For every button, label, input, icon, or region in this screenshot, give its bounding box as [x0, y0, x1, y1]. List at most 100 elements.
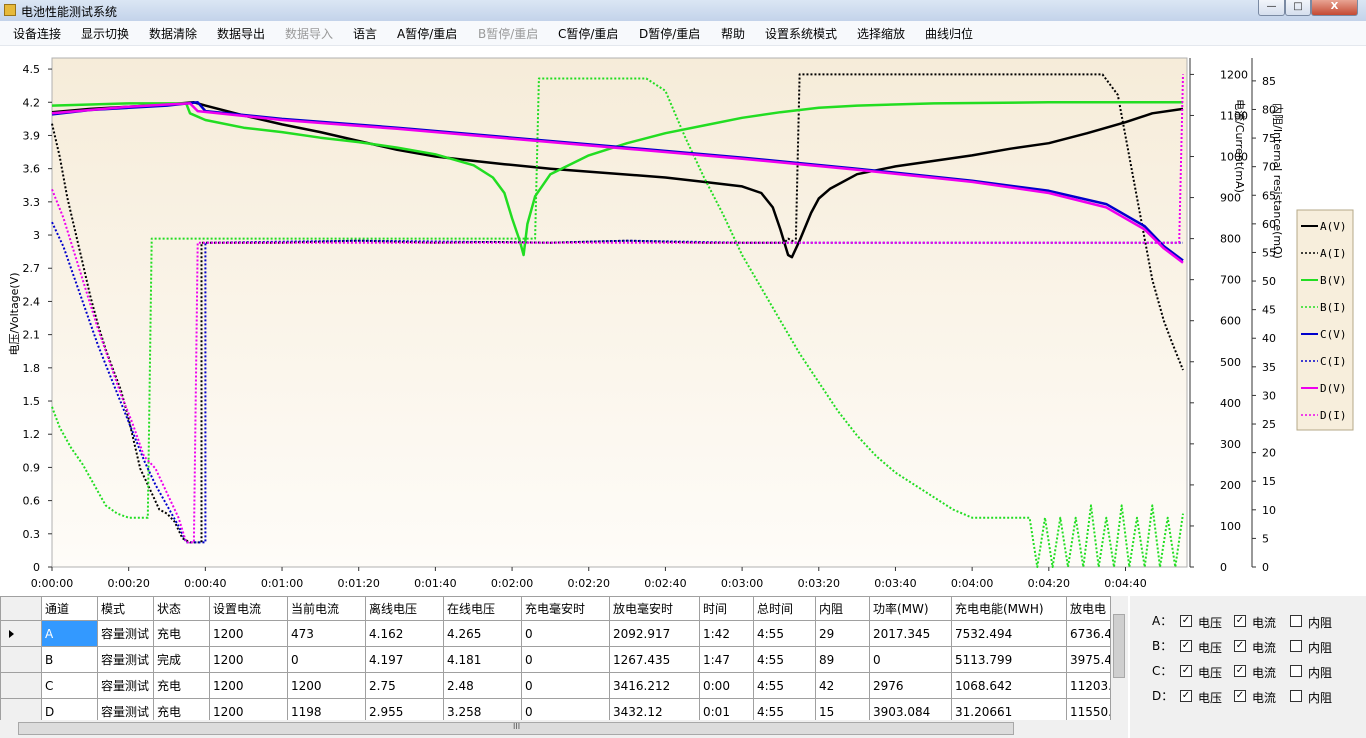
table-cell[interactable]: 2976 — [869, 672, 952, 699]
menu-item-zoom-select[interactable]: 选择缩放 — [857, 25, 905, 42]
table-cell[interactable]: B — [41, 646, 98, 673]
table-cell[interactable]: 2017.345 — [869, 620, 952, 647]
table-cell[interactable]: 容量测试 — [97, 646, 154, 673]
menu-item-curve-reset[interactable]: 曲线归位 — [925, 25, 973, 42]
column-header[interactable]: 内阻 — [815, 596, 870, 621]
table-cell[interactable]: 0:00 — [699, 672, 754, 699]
row-header[interactable] — [0, 620, 42, 647]
column-header[interactable]: 模式 — [97, 596, 154, 621]
vertical-scroll-thumb[interactable] — [1113, 614, 1125, 678]
table-cell[interactable]: 29 — [815, 620, 870, 647]
menu-item-display-switch[interactable]: 显示切换 — [81, 25, 129, 42]
checkbox-current[interactable]: ✓ — [1234, 690, 1246, 702]
menu-item-language[interactable]: 语言 — [353, 25, 377, 42]
checkbox-resistance[interactable] — [1290, 615, 1302, 627]
checkbox-current[interactable]: ✓ — [1234, 615, 1246, 627]
menu-item-clear-data[interactable]: 数据清除 — [149, 25, 197, 42]
table-cell[interactable]: 充电 — [153, 620, 210, 647]
table-cell[interactable]: 1200 — [209, 672, 288, 699]
table-cell[interactable]: 1267.435 — [609, 646, 700, 673]
table-cell[interactable]: 4:55 — [753, 620, 816, 647]
checkbox-resistance[interactable] — [1290, 665, 1302, 677]
column-header[interactable]: 当前电流 — [287, 596, 366, 621]
table-cell[interactable]: 充电 — [153, 672, 210, 699]
table-cell[interactable]: 1:47 — [699, 646, 754, 673]
table-row[interactable]: B 容量测试 完成 1200 0 4.197 4.181 0 1267.435 1:47 4:55 8… — [0, 646, 1111, 673]
table-cell[interactable]: 2.75 — [365, 672, 444, 699]
column-header[interactable]: 状态 — [153, 596, 210, 621]
menu-item-a-pause-restart[interactable]: A暂停/重启 — [397, 25, 457, 42]
menu-item-help[interactable]: 帮助 — [721, 25, 745, 42]
column-header[interactable]: 通道 — [41, 596, 98, 621]
battery-chart[interactable]: 0 0.3 0.6 0.9 1.2 1.5 1.8 2.1 2.4 2.7 3 3.3 3.6 3.9 4.… — [0, 46, 1366, 596]
column-header[interactable]: 放电毫安时 — [609, 596, 700, 621]
table-cell[interactable]: 11203.0 — [1066, 672, 1111, 699]
column-header[interactable]: 总时间 — [753, 596, 816, 621]
table-cell[interactable]: 4.197 — [365, 646, 444, 673]
column-header[interactable]: 功率(MW) — [869, 596, 952, 621]
checkbox-voltage[interactable]: ✓ — [1180, 690, 1192, 702]
menu-item-system-mode[interactable]: 设置系统模式 — [765, 25, 837, 42]
table-row[interactable]: A 容量测试 充电 1200 473 4.162 4.265 0 2092.917 1:42 4:5… — [0, 620, 1111, 647]
menu-item-export-data[interactable]: 数据导出 — [217, 25, 265, 42]
table-cell[interactable]: 0 — [521, 620, 610, 647]
table-cell[interactable]: 3975.40 — [1066, 646, 1111, 673]
column-header[interactable]: 充电电能(MWH) — [951, 596, 1067, 621]
checkbox-resistance[interactable] — [1290, 690, 1302, 702]
table-cell[interactable]: 容量测试 — [97, 620, 154, 647]
row-header[interactable] — [0, 672, 42, 699]
table-cell[interactable]: 容量测试 — [97, 672, 154, 699]
horizontal-scrollbar[interactable]: III — [0, 720, 1128, 738]
table-cell[interactable]: 0 — [521, 646, 610, 673]
table-cell[interactable]: 7532.494 — [951, 620, 1067, 647]
menu-item-c-pause-restart[interactable]: C暂停/重启 — [558, 25, 618, 42]
table-cell[interactable]: 89 — [815, 646, 870, 673]
table-cell[interactable]: 42 — [815, 672, 870, 699]
table-cell[interactable]: 0 — [869, 646, 952, 673]
checkbox-current[interactable]: ✓ — [1234, 640, 1246, 652]
table-cell[interactable]: 0 — [521, 672, 610, 699]
table-cell[interactable]: 4.162 — [365, 620, 444, 647]
vertical-scrollbar[interactable] — [1111, 596, 1128, 720]
table-cell[interactable]: 1200 — [287, 672, 366, 699]
menu-item-device-connect[interactable]: 设备连接 — [13, 25, 61, 42]
table-cell[interactable]: 473 — [287, 620, 366, 647]
table-cell[interactable]: 2092.917 — [609, 620, 700, 647]
table-cell[interactable]: C — [41, 672, 98, 699]
table-cell[interactable]: 0 — [287, 646, 366, 673]
checkbox-voltage[interactable]: ✓ — [1180, 640, 1192, 652]
table-cell[interactable]: 完成 — [153, 646, 210, 673]
checkbox-resistance[interactable] — [1290, 640, 1302, 652]
row-header[interactable] — [0, 646, 42, 673]
table-cell[interactable]: 1068.642 — [951, 672, 1067, 699]
column-header[interactable]: 充电毫安时 — [521, 596, 610, 621]
column-header[interactable]: 时间 — [699, 596, 754, 621]
table-cell[interactable]: 4.181 — [443, 646, 522, 673]
maximize-button[interactable]: □ — [1285, 0, 1311, 16]
minimize-button[interactable]: — — [1258, 0, 1285, 16]
table-cell[interactable]: 5113.799 — [951, 646, 1067, 673]
table-cell[interactable]: 4.265 — [443, 620, 522, 647]
close-button[interactable]: X — [1311, 0, 1358, 16]
column-header[interactable]: 设置电流 — [209, 596, 288, 621]
column-header[interactable]: 放电电 — [1066, 596, 1111, 621]
table-row[interactable]: C 容量测试 充电 1200 1200 2.75 2.48 0 3416.212 0:00 4:55… — [0, 672, 1111, 699]
table-cell[interactable]: 1200 — [209, 620, 288, 647]
table-cell[interactable]: 6736.46 — [1066, 620, 1111, 647]
table-cell[interactable]: 3416.212 — [609, 672, 700, 699]
column-header[interactable]: 在线电压 — [443, 596, 522, 621]
checkbox-voltage[interactable]: ✓ — [1180, 665, 1192, 677]
checkbox-current[interactable]: ✓ — [1234, 665, 1246, 677]
menu-item-d-pause-restart[interactable]: D暂停/重启 — [639, 25, 700, 42]
table-cell[interactable]: A — [41, 620, 98, 647]
data-grid[interactable]: 通道 模式 状态 设置电流 当前电流 离线电压 在线电压 充电毫安时 放电毫安时… — [0, 596, 1128, 738]
table-cell[interactable]: 1200 — [209, 646, 288, 673]
table-cell[interactable]: 1:42 — [699, 620, 754, 647]
column-header[interactable]: 离线电压 — [365, 596, 444, 621]
menu-item-b-pause-restart[interactable]: B暂停/重启 — [478, 25, 538, 42]
table-cell[interactable]: 4:55 — [753, 646, 816, 673]
table-cell[interactable]: 2.48 — [443, 672, 522, 699]
checkbox-voltage[interactable]: ✓ — [1180, 615, 1192, 627]
menu-item-import-data[interactable]: 数据导入 — [285, 25, 333, 42]
table-cell[interactable]: 4:55 — [753, 672, 816, 699]
